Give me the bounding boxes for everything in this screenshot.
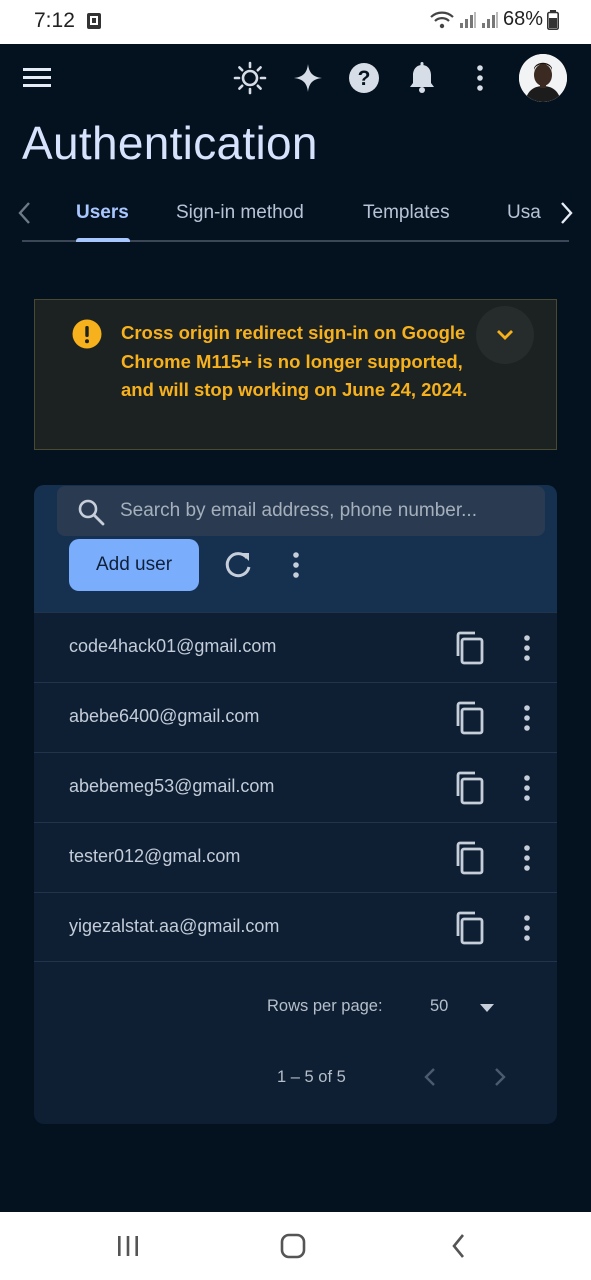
users-toolbar: Add user	[34, 485, 557, 612]
battery-label: 68%	[502, 8, 543, 30]
recent-apps-icon[interactable]	[108, 1230, 148, 1262]
users-card: Add user code4hack01@gmail.com abebe6400…	[34, 485, 557, 1124]
refresh-icon[interactable]	[220, 547, 256, 583]
sim-icon	[86, 12, 102, 30]
user-row[interactable]: abebe6400@gmail.com	[34, 682, 557, 752]
status-right: 68%	[429, 8, 559, 31]
pagination: Rows per page: 50 1 – 5 of 5	[34, 965, 557, 1115]
warning-icon	[72, 319, 102, 349]
tab-bar: Users Sign-in method Templates Usa	[0, 186, 591, 242]
row-more-icon[interactable]	[515, 630, 539, 666]
expand-banner-button[interactable]	[476, 306, 534, 364]
user-email[interactable]: abebe6400@gmail.com	[69, 706, 259, 727]
copy-icon[interactable]	[453, 630, 487, 666]
user-email[interactable]: abebemeg53@gmail.com	[69, 776, 274, 797]
rows-per-page-select[interactable]: 50	[430, 997, 448, 1016]
copy-icon[interactable]	[453, 840, 487, 876]
more-vert-icon[interactable]	[281, 547, 311, 583]
tab-sign-in-method[interactable]: Sign-in method	[176, 202, 304, 224]
search-input[interactable]	[120, 486, 530, 536]
tab-scroll-left-icon[interactable]	[14, 200, 36, 226]
user-row[interactable]: abebemeg53@gmail.com	[34, 752, 557, 822]
user-row[interactable]: tester012@gmal.com	[34, 822, 557, 892]
rows-per-page-label: Rows per page:	[267, 997, 383, 1015]
home-icon[interactable]	[273, 1230, 313, 1262]
search-bar[interactable]	[57, 486, 545, 536]
warning-banner: Cross origin redirect sign-in on Google …	[34, 299, 557, 450]
avatar[interactable]	[519, 54, 567, 102]
row-more-icon[interactable]	[515, 700, 539, 736]
chevron-down-icon	[497, 330, 513, 340]
dropdown-arrow-icon[interactable]	[478, 1001, 496, 1013]
tab-templates[interactable]: Templates	[363, 202, 450, 224]
tab-active-indicator	[76, 238, 130, 242]
status-time: 7:12	[34, 9, 75, 32]
more-vert-icon[interactable]	[460, 58, 500, 98]
next-page-icon[interactable]	[489, 1063, 511, 1091]
user-email[interactable]: tester012@gmal.com	[69, 846, 240, 867]
battery-icon	[547, 9, 559, 30]
wifi-icon	[429, 10, 455, 30]
user-email[interactable]: code4hack01@gmail.com	[69, 636, 276, 657]
sun-icon[interactable]	[230, 58, 270, 98]
copy-icon[interactable]	[453, 910, 487, 946]
menu-icon[interactable]	[18, 60, 56, 96]
signal-icon	[459, 11, 477, 29]
previous-page-icon[interactable]	[419, 1063, 441, 1091]
row-more-icon[interactable]	[515, 910, 539, 946]
copy-icon[interactable]	[453, 700, 487, 736]
user-email[interactable]: yigezalstat.aa@gmail.com	[69, 916, 279, 937]
tab-scroll-right-icon[interactable]	[555, 200, 577, 226]
add-user-button[interactable]: Add user	[69, 539, 199, 591]
status-bar: 7:12 68%	[0, 0, 591, 44]
back-icon[interactable]	[439, 1230, 479, 1262]
users-list: code4hack01@gmail.com abebe6400@gmail.co…	[34, 612, 557, 962]
row-more-icon[interactable]	[515, 840, 539, 876]
banner-message: Cross origin redirect sign-in on Google …	[121, 322, 468, 400]
bell-icon[interactable]	[402, 58, 442, 98]
system-nav-bar	[0, 1212, 591, 1280]
signal-icon-2	[481, 11, 499, 29]
search-icon	[78, 499, 105, 526]
page-title: Authentication	[22, 117, 318, 169]
help-icon[interactable]: ?	[344, 58, 384, 98]
tab-usage[interactable]: Usa	[507, 202, 541, 224]
app-bar: ?	[0, 44, 591, 112]
sparkle-icon[interactable]	[288, 58, 328, 98]
tab-users[interactable]: Users	[76, 202, 129, 224]
svg-text:?: ?	[358, 67, 371, 90]
user-row[interactable]: yigezalstat.aa@gmail.com	[34, 892, 557, 962]
copy-icon[interactable]	[453, 770, 487, 806]
page-range-label: 1 – 5 of 5	[277, 1068, 346, 1086]
user-row[interactable]: code4hack01@gmail.com	[34, 612, 557, 682]
row-more-icon[interactable]	[515, 770, 539, 806]
